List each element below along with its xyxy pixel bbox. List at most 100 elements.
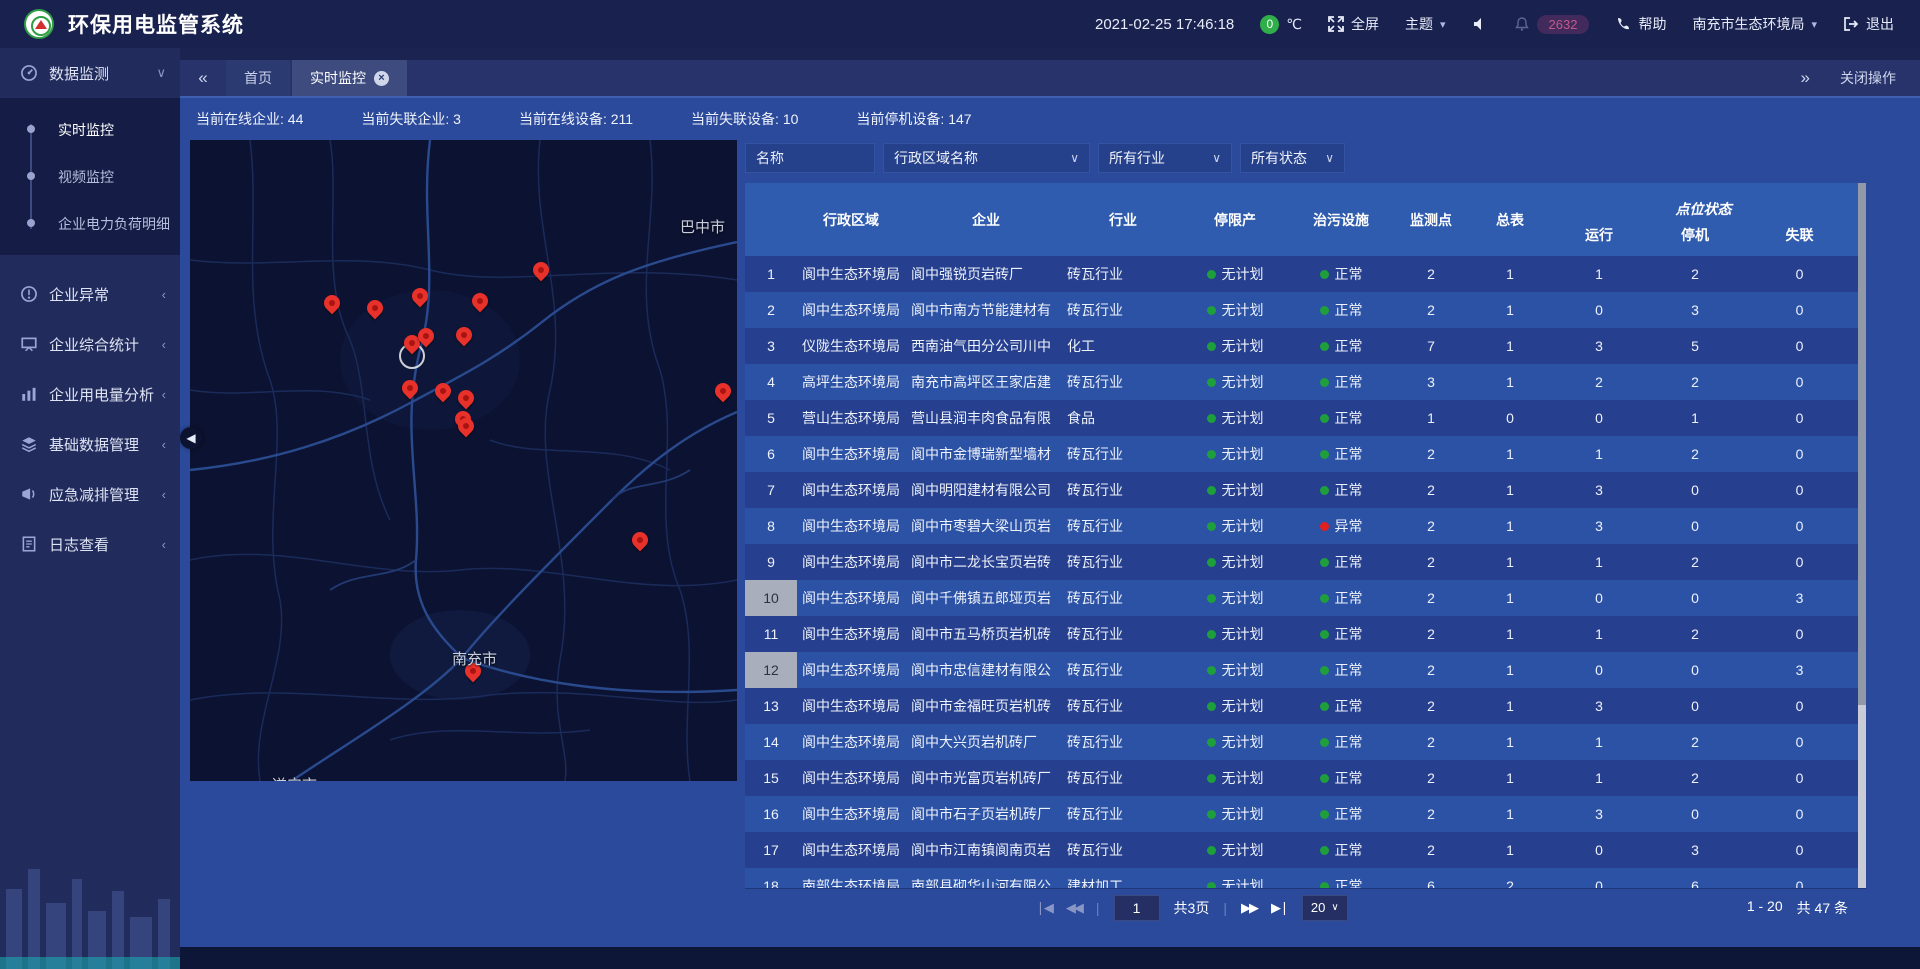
- sidebar-item-power-load-detail[interactable]: 企业电力负荷明细: [0, 200, 180, 247]
- sidebar-item-realtime-monitor[interactable]: 实时监控: [0, 106, 180, 153]
- sidebar-group-company-stats[interactable]: 企业综合统计 ‹: [0, 319, 180, 369]
- notifications[interactable]: 2632: [1514, 15, 1590, 34]
- row-index: 10: [745, 580, 797, 616]
- table-row[interactable]: 5营山生态环境局营山县润丰肉食品有限食品无计划正常10010: [745, 400, 1858, 436]
- cell-region: 阆中生态环境局: [797, 796, 905, 832]
- table-row[interactable]: 13阆中生态环境局阆中市金福旺页岩机砖砖瓦行业无计划正常21300: [745, 688, 1858, 724]
- table-row[interactable]: 10阆中生态环境局阆中千佛镇五郎垭页岩砖瓦行业无计划正常21003: [745, 580, 1858, 616]
- tab-home[interactable]: 首页: [226, 60, 290, 96]
- table-row[interactable]: 3仪陇生态环境局西南油气田分公司川中化工无计划正常71350: [745, 328, 1858, 364]
- org-dropdown[interactable]: 南充市生态环境局 ▾: [1692, 14, 1817, 34]
- close-tab-icon[interactable]: ×: [374, 71, 389, 86]
- cell-monitor-count: 6: [1391, 868, 1471, 888]
- industry-filter-select[interactable]: 所有行业∨: [1098, 143, 1232, 173]
- prev-page-icon[interactable]: ◀◀: [1066, 900, 1082, 916]
- tabs-scroll-right-icon[interactable]: »: [1801, 68, 1810, 88]
- alert-circle-icon: [20, 285, 38, 303]
- cell-lost-count: 0: [1741, 760, 1858, 796]
- table-row[interactable]: 14阆中生态环境局阆中大兴页岩机砖厂砖瓦行业无计划正常21120: [745, 724, 1858, 760]
- table-row[interactable]: 7阆中生态环境局阆中明阳建材有限公司砖瓦行业无计划正常21300: [745, 472, 1858, 508]
- tabs-scroll-left-icon[interactable]: «: [180, 60, 226, 96]
- status-dot-green: [1207, 810, 1216, 819]
- cell-meter-count: 1: [1471, 688, 1549, 724]
- status-dot-green: [1207, 702, 1216, 711]
- cell-run-count: 1: [1549, 616, 1649, 652]
- table-row[interactable]: 15阆中生态环境局阆中市光富页岩机砖厂砖瓦行业无计划正常21120: [745, 760, 1858, 796]
- mute-button[interactable]: [1472, 16, 1488, 32]
- status-dot-green: [1207, 594, 1216, 603]
- scrollbar-thumb[interactable]: [1858, 183, 1866, 705]
- table-row[interactable]: 2阆中生态环境局阆中市南方节能建材有砖瓦行业无计划正常21030: [745, 292, 1858, 328]
- map-panel[interactable]: 巴中市 南充市 遂宁市: [190, 140, 737, 781]
- next-page-icon[interactable]: ▶▶: [1241, 900, 1257, 916]
- cell-industry: 砖瓦行业: [1067, 544, 1179, 580]
- status-filter-select[interactable]: 所有状态∨: [1240, 143, 1345, 173]
- sidebar-group-logs[interactable]: 日志查看 ‹: [0, 519, 180, 569]
- cell-region: 阆中生态环境局: [797, 544, 905, 580]
- cell-facility: 正常: [1291, 868, 1391, 888]
- panel-collapse-button[interactable]: ◀: [180, 427, 202, 449]
- col-meter: 总表: [1471, 183, 1549, 256]
- col-run: 运行: [1549, 221, 1649, 256]
- theme-dropdown[interactable]: 主题 ▾: [1405, 14, 1446, 34]
- table-row[interactable]: 11阆中生态环境局阆中市五马桥页岩机砖砖瓦行业无计划正常21120: [745, 616, 1858, 652]
- map-label-bazhong: 巴中市: [680, 216, 725, 237]
- status-dot-green: [1207, 450, 1216, 459]
- cell-facility: 正常: [1291, 832, 1391, 868]
- cell-limit: 无计划: [1179, 724, 1291, 760]
- sidebar-group-emergency[interactable]: 应急减排管理 ‹: [0, 469, 180, 519]
- cell-industry: 砖瓦行业: [1067, 616, 1179, 652]
- cell-stop-count: 2: [1649, 616, 1741, 652]
- cell-stop-count: 2: [1649, 436, 1741, 472]
- sidebar-group-data-monitor[interactable]: 数据监测 ∨: [0, 48, 180, 98]
- cell-monitor-count: 2: [1391, 832, 1471, 868]
- help-button[interactable]: 帮助: [1615, 14, 1666, 34]
- table-row[interactable]: 9阆中生态环境局阆中市二龙长宝页岩砖砖瓦行业无计划正常21120: [745, 544, 1858, 580]
- row-index: 8: [745, 508, 797, 544]
- cell-facility: 正常: [1291, 796, 1391, 832]
- sidebar-item-video-monitor[interactable]: 视频监控: [0, 153, 180, 200]
- sidebar-group-base-data[interactable]: 基础数据管理 ‹: [0, 419, 180, 469]
- cell-stop-count: 2: [1649, 760, 1741, 796]
- cell-company: 南充市高坪区王家店建: [905, 364, 1067, 400]
- tab-realtime-monitor[interactable]: 实时监控 ×: [292, 60, 407, 96]
- cell-region: 阆中生态环境局: [797, 472, 905, 508]
- cell-region: 阆中生态环境局: [797, 580, 905, 616]
- stat-lost-companies: 当前失联企业: 3: [361, 109, 461, 129]
- row-index: 16: [745, 796, 797, 832]
- cell-run-count: 0: [1549, 832, 1649, 868]
- sidebar-group-company-abnormal[interactable]: 企业异常 ‹: [0, 269, 180, 319]
- cell-lost-count: 3: [1741, 652, 1858, 688]
- status-dot-green: [1320, 666, 1329, 675]
- table-row[interactable]: 12阆中生态环境局阆中市忠信建材有限公砖瓦行业无计划正常21003: [745, 652, 1858, 688]
- cell-region: 阆中生态环境局: [797, 256, 905, 292]
- page-size-select[interactable]: 20 ∨: [1302, 895, 1348, 921]
- cell-facility: 正常: [1291, 328, 1391, 364]
- chevron-down-icon: ∨: [1331, 902, 1338, 913]
- sidebar-group-power-analysis[interactable]: 企业用电量分析 ‹: [0, 369, 180, 419]
- close-operations-button[interactable]: 关闭操作: [1840, 68, 1896, 88]
- temperature-badge: 0: [1260, 15, 1279, 34]
- first-page-icon[interactable]: ❘◀: [1035, 900, 1052, 916]
- cell-company: 阆中市五马桥页岩机砖: [905, 616, 1067, 652]
- name-filter-input[interactable]: [745, 143, 875, 173]
- last-page-icon[interactable]: ▶❘: [1271, 900, 1288, 916]
- region-filter-select[interactable]: 行政区域名称∨: [883, 143, 1090, 173]
- table-row[interactable]: 8阆中生态环境局阆中市枣碧大梁山页岩砖瓦行业无计划异常21300: [745, 508, 1858, 544]
- logout-button[interactable]: 退出: [1843, 14, 1894, 34]
- cell-meter-count: 1: [1471, 544, 1549, 580]
- table-row[interactable]: 16阆中生态环境局阆中市石子页岩机砖厂砖瓦行业无计划正常21300: [745, 796, 1858, 832]
- cell-run-count: 3: [1549, 688, 1649, 724]
- status-dot-green: [1207, 342, 1216, 351]
- cell-meter-count: 1: [1471, 292, 1549, 328]
- fullscreen-button[interactable]: 全屏: [1328, 14, 1379, 34]
- page-number-input[interactable]: [1114, 895, 1160, 921]
- cell-region: 营山生态环境局: [797, 400, 905, 436]
- table-row[interactable]: 4高坪生态环境局南充市高坪区王家店建砖瓦行业无计划正常31220: [745, 364, 1858, 400]
- cell-facility: 正常: [1291, 292, 1391, 328]
- table-row[interactable]: 17阆中生态环境局阆中市江南镇阆南页岩砖瓦行业无计划正常21030: [745, 832, 1858, 868]
- table-row[interactable]: 6阆中生态环境局阆中市金博瑞新型墙材砖瓦行业无计划正常21120: [745, 436, 1858, 472]
- table-row[interactable]: 1阆中生态环境局阆中强锐页岩砖厂砖瓦行业无计划正常21120: [745, 256, 1858, 292]
- table-scrollbar[interactable]: [1858, 183, 1866, 888]
- table-row[interactable]: 18南部生态环境局南部县砌华山河有限公建材加工无计划正常62060: [745, 868, 1858, 888]
